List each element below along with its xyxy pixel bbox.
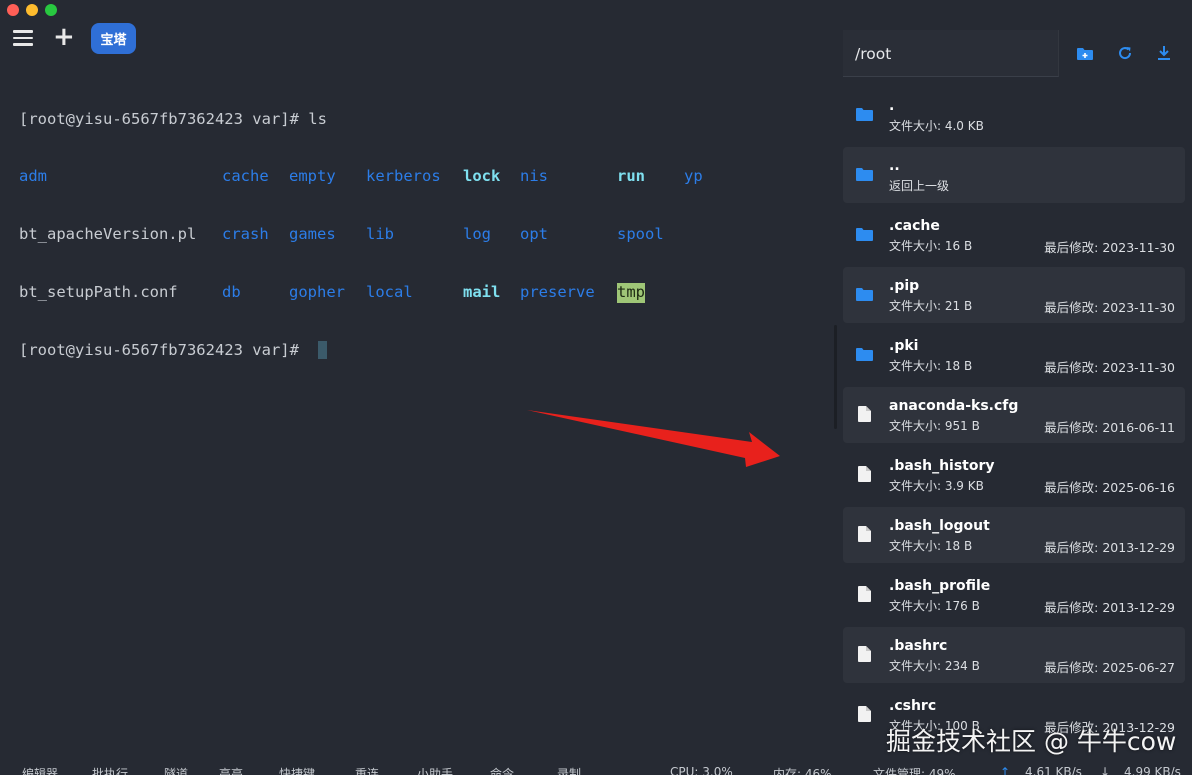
upload-arrow-icon: ↑ (1000, 765, 1011, 775)
status-item-editor[interactable]: 编辑器 (22, 765, 58, 775)
status-item-assistant[interactable]: 小助手 (417, 765, 453, 775)
status-item-shortcuts[interactable]: 快捷键 (279, 765, 315, 775)
memory-usage: 内存: 46% (773, 767, 832, 775)
status-item-record[interactable]: 录制 (557, 765, 581, 775)
annotation-arrow (527, 410, 780, 467)
status-item-command[interactable]: 命令 (490, 765, 514, 775)
watermark: 掘金技术社区 @ 牛牛cow (886, 727, 1177, 756)
status-item-batch[interactable]: 批执行 (92, 765, 128, 775)
cpu-usage: CPU: 3.0% (670, 765, 733, 775)
upload-speed: 4.61 KB/s (1025, 765, 1082, 775)
status-item-reconnect[interactable]: 重连 (355, 765, 379, 775)
status-bar: 编辑器 批执行 隧道 高亮 快捷键 重连 小助手 命令 录制 CPU: 3.0%… (0, 762, 1192, 775)
download-arrow-icon: ↓ (1100, 765, 1111, 775)
status-item-highlight[interactable]: 高亮 (219, 765, 243, 775)
download-speed: 4.99 KB/s (1124, 765, 1181, 775)
file-management-usage: 文件管理: 49% (873, 767, 956, 775)
status-item-tunnel[interactable]: 隧道 (164, 765, 188, 775)
